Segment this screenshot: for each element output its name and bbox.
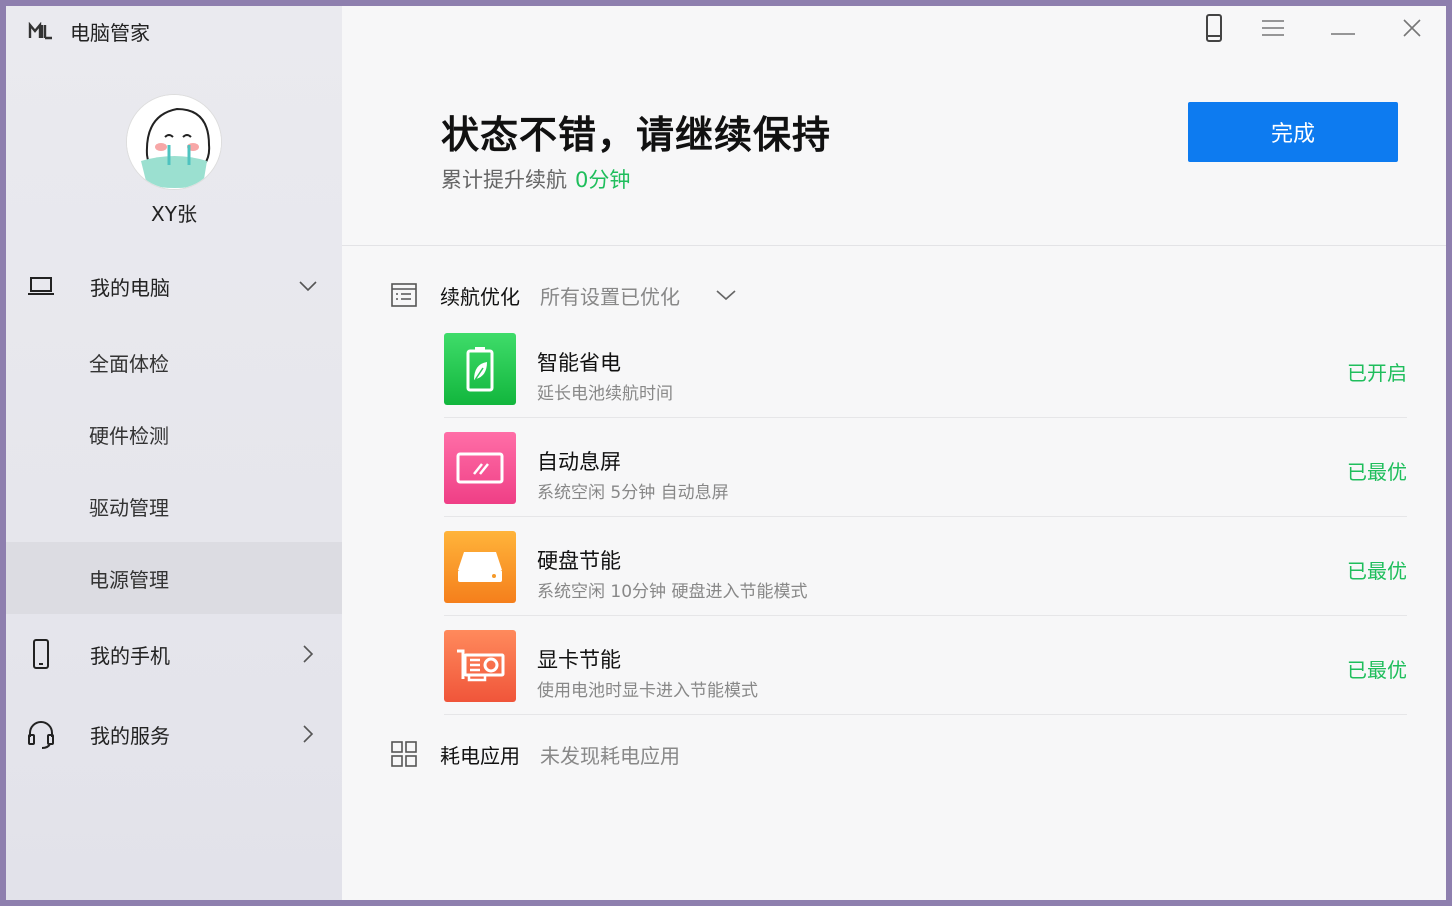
app-title: 电脑管家	[70, 20, 150, 45]
chevron-right-icon[interactable]	[298, 724, 318, 744]
sidebar-item-label: 我的服务	[90, 723, 170, 748]
graphics-card-icon	[444, 630, 516, 702]
item-status: 已最优	[1347, 460, 1407, 484]
section-status: 所有设置已优化	[540, 284, 680, 309]
sidebar: 电脑管家 XY张 我的电脑 全面体检 硬件检测 驱动管理 电源管理 我的手机 我…	[6, 6, 342, 900]
sidebar-item-label: 我的电脑	[90, 275, 170, 300]
list-item-gpu-power-saving[interactable]: 显卡节能 使用电池时显卡进入节能模式 已最优	[444, 630, 1407, 729]
sidebar-item-label: 驱动管理	[89, 495, 169, 520]
item-title: 智能省电	[537, 351, 621, 375]
item-desc: 系统空闲 10分钟 硬盘进入节能模式	[537, 582, 808, 602]
app-window: 电脑管家 XY张 我的电脑 全面体检 硬件检测 驱动管理 电源管理 我的手机 我…	[6, 6, 1446, 900]
item-desc: 系统空闲 5分钟 自动息屏	[537, 483, 729, 503]
menu-icon	[1262, 20, 1284, 40]
app-logo-icon	[28, 22, 54, 40]
divider	[444, 714, 1407, 715]
sidebar-item-label: 硬件检测	[89, 423, 169, 448]
divider	[444, 516, 1407, 517]
sidebar-item-power-manage[interactable]: 电源管理	[6, 542, 342, 614]
battery-gain-value: 0分钟	[575, 168, 631, 192]
divider	[444, 417, 1407, 418]
item-title: 硬盘节能	[537, 549, 621, 573]
sidebar-item-my-phone[interactable]: 我的手机	[6, 624, 342, 684]
chevron-right-icon[interactable]	[298, 644, 318, 664]
item-title: 自动息屏	[537, 450, 621, 474]
screen-icon	[444, 432, 516, 504]
chevron-down-icon[interactable]	[714, 283, 738, 307]
divider	[342, 245, 1446, 246]
list-item-auto-screen-off[interactable]: 自动息屏 系统空闲 5分钟 自动息屏 已最优	[444, 432, 1407, 531]
item-desc: 延长电池续航时间	[537, 384, 673, 404]
section-status: 未发现耗电应用	[540, 743, 680, 768]
item-status: 已开启	[1347, 361, 1407, 385]
sidebar-item-label: 全面体检	[89, 351, 169, 376]
battery-gain-label: 累计提升续航	[441, 168, 567, 192]
page-headline: 状态不错，请继续保持	[441, 113, 832, 157]
sidebar-item-full-checkup[interactable]: 全面体检	[6, 326, 342, 398]
apps-grid-icon	[390, 740, 418, 768]
phone-connect-button[interactable]	[1196, 14, 1232, 46]
battery-leaf-icon	[444, 333, 516, 405]
avatar[interactable]	[126, 94, 222, 190]
section-label: 续航优化	[440, 284, 520, 309]
close-button[interactable]	[1394, 14, 1430, 46]
headset-icon	[26, 719, 56, 749]
section-power-consuming-apps: 耗电应用 未发现耗电应用	[390, 739, 790, 769]
battery-gain-summary: 累计提升续航 0分钟	[441, 164, 630, 194]
sidebar-item-label: 我的手机	[90, 643, 170, 668]
close-icon	[1403, 19, 1421, 41]
item-desc: 使用电池时显卡进入节能模式	[537, 681, 758, 701]
phone-icon	[26, 639, 56, 669]
item-status: 已最优	[1347, 658, 1407, 682]
minimize-icon	[1331, 21, 1355, 40]
sidebar-item-my-service[interactable]: 我的服务	[6, 704, 342, 764]
username: XY张	[151, 202, 197, 226]
harddisk-icon	[444, 531, 516, 603]
item-status: 已最优	[1347, 559, 1407, 583]
list-item-disk-power-saving[interactable]: 硬盘节能 系统空闲 10分钟 硬盘进入节能模式 已最优	[444, 531, 1407, 630]
done-button[interactable]: 完成	[1188, 102, 1398, 162]
list-icon	[390, 281, 418, 309]
item-title: 显卡节能	[537, 648, 621, 672]
section-label: 耗电应用	[440, 743, 520, 768]
brand: 电脑管家	[28, 18, 150, 45]
chevron-down-icon[interactable]	[298, 276, 318, 296]
list-item-smart-power-saving[interactable]: 智能省电 延长电池续航时间 已开启	[444, 333, 1407, 432]
minimize-button[interactable]	[1325, 14, 1361, 46]
phone-icon	[1205, 14, 1223, 46]
divider	[444, 615, 1407, 616]
section-battery-optimization[interactable]: 续航优化 所有设置已优化	[390, 280, 790, 310]
sidebar-item-driver-manage[interactable]: 驱动管理	[6, 470, 342, 542]
sidebar-item-hardware-check[interactable]: 硬件检测	[6, 398, 342, 470]
sidebar-item-label: 电源管理	[89, 567, 169, 592]
menu-button[interactable]	[1255, 14, 1291, 46]
laptop-icon	[26, 271, 56, 301]
sidebar-item-my-pc[interactable]: 我的电脑	[6, 256, 342, 316]
